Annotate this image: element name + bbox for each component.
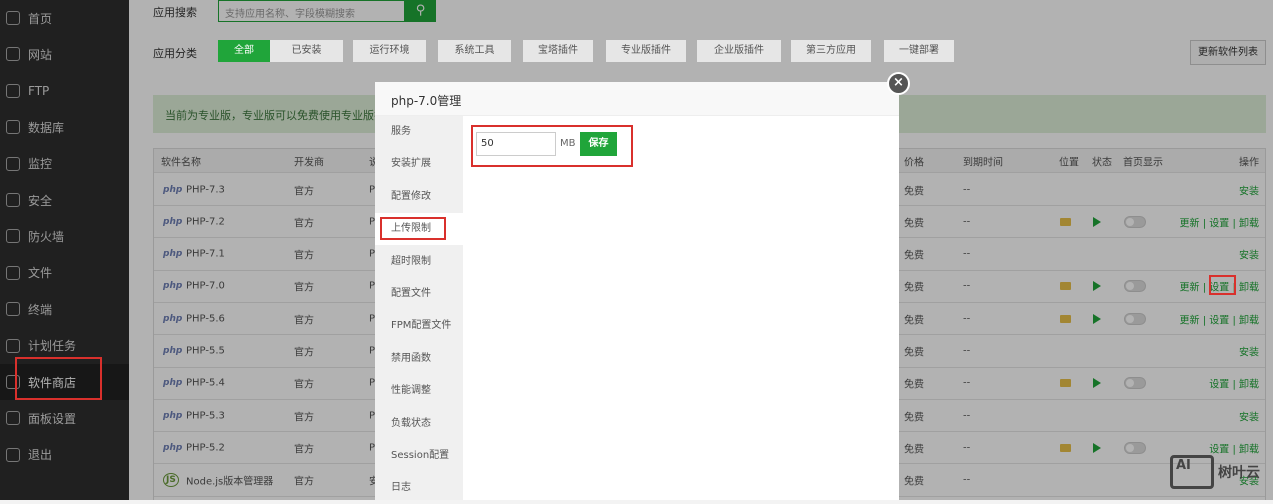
dialog-menu-item[interactable]: 负载状态 <box>375 408 463 440</box>
category-tab[interactable]: 一键部署 <box>884 40 954 62</box>
category-tab[interactable]: 专业版插件 <box>606 40 686 62</box>
watermark-text: 树叶云 <box>1218 465 1260 481</box>
php-manage-dialog: php-7.0管理 服务 安装扩展 配置修改 上传限制 超时限制 配置文件 FPM配置文件禁… <box>375 82 899 500</box>
watermark: AI 树叶云 <box>1170 455 1260 489</box>
dialog-title: php-7.0管理 <box>375 82 899 116</box>
highlight-box <box>1209 275 1236 295</box>
highlight-box <box>380 217 446 240</box>
dialog-menu-item[interactable]: 配置修改 <box>375 181 463 213</box>
dialog-menu-item[interactable]: 配置文件 <box>375 278 463 310</box>
category-tab[interactable]: 全部 <box>218 40 270 62</box>
category-tab[interactable]: 第三方应用 <box>791 40 871 62</box>
category-tab[interactable]: 企业版插件 <box>697 40 781 62</box>
category-tab[interactable]: 运行环境 <box>353 40 426 62</box>
save-button[interactable]: 保存 <box>580 132 617 156</box>
dialog-menu-item[interactable]: 超时限制 <box>375 246 463 278</box>
dialog-menu-item[interactable]: 日志 <box>375 472 463 504</box>
upload-limit-input[interactable]: 50 <box>476 132 556 156</box>
category-tab[interactable]: 系统工具 <box>438 40 511 62</box>
dialog-menu-item[interactable]: Session配置 <box>375 440 463 472</box>
watermark-logo: AI <box>1170 455 1214 489</box>
category-tab[interactable]: 宝塔插件 <box>523 40 593 62</box>
dialog-menu-item[interactable]: 服务 <box>375 116 463 148</box>
highlight-box <box>15 357 102 400</box>
dialog-menu-item[interactable]: 性能调整 <box>375 375 463 407</box>
dialog-menu: 服务 安装扩展 配置修改 上传限制 超时限制 配置文件 FPM配置文件 禁用函数 性能调整 负载状… <box>375 116 463 500</box>
unit-label: MB <box>560 138 576 149</box>
dialog-menu-item[interactable]: 安装扩展 <box>375 148 463 180</box>
close-dialog-button[interactable]: × <box>887 72 910 95</box>
dialog-menu-item[interactable]: FPM配置文件 <box>375 310 463 342</box>
category-tab[interactable]: 已安装 <box>270 40 343 62</box>
dialog-menu-item[interactable]: 禁用函数 <box>375 343 463 375</box>
